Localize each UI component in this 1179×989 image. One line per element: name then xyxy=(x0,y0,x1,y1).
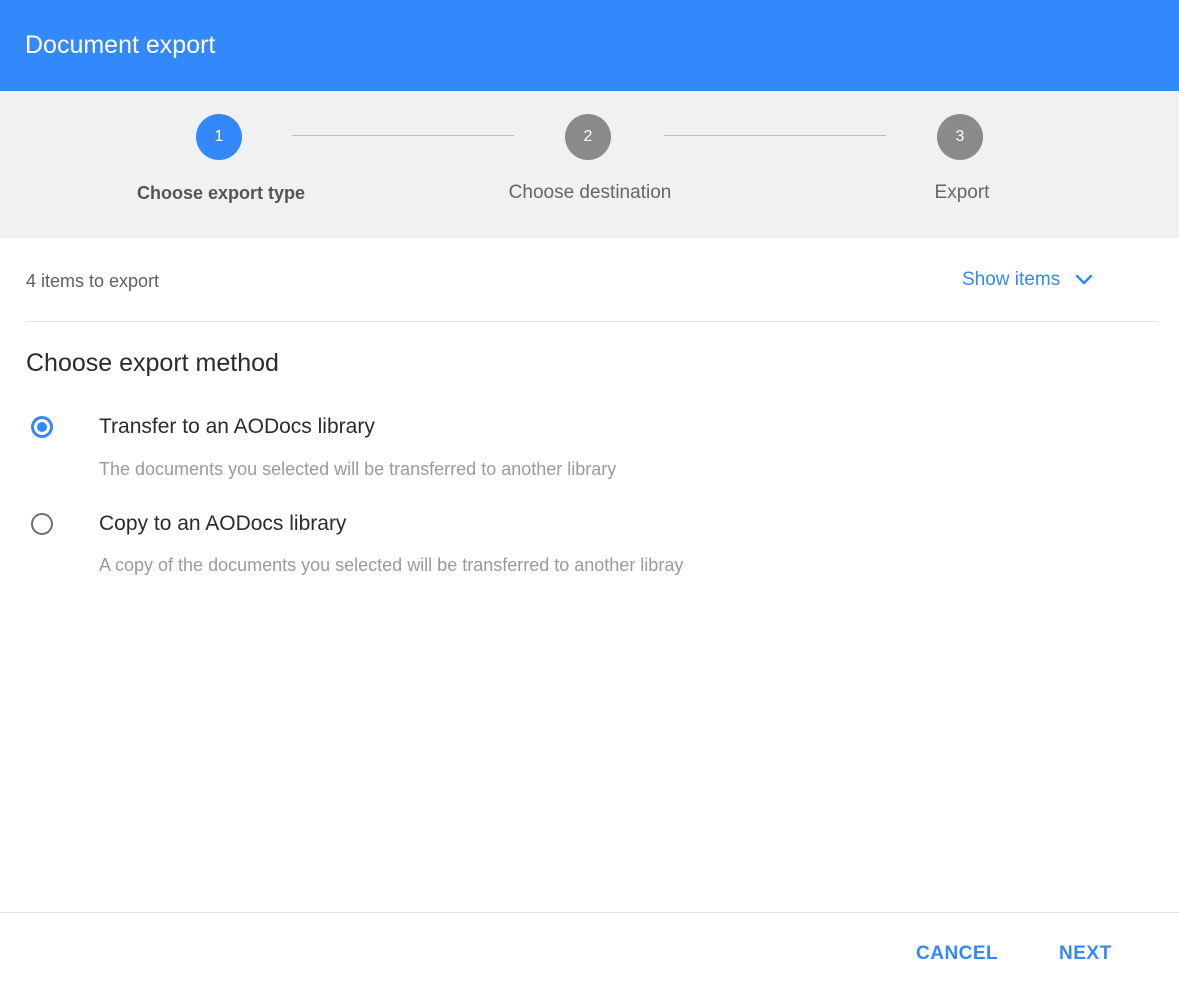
radio-copy[interactable] xyxy=(31,513,53,535)
cancel-button[interactable]: CANCEL xyxy=(916,940,998,968)
option-transfer-title[interactable]: Transfer to an AODocs library xyxy=(99,413,375,441)
next-button[interactable]: NEXT xyxy=(1059,940,1112,968)
step-2-label: Choose destination xyxy=(508,182,672,203)
step-connector-1 xyxy=(292,135,514,136)
radio-transfer[interactable] xyxy=(31,416,53,438)
show-items-label[interactable]: Show items xyxy=(962,267,1060,293)
option-copy-description: A copy of the documents you selected wil… xyxy=(99,555,684,575)
option-copy-title[interactable]: Copy to an AODocs library xyxy=(99,510,346,538)
step-connector-2 xyxy=(664,135,886,136)
chevron-down-icon[interactable] xyxy=(1074,273,1094,287)
step-1-circle: 1 xyxy=(196,114,242,160)
export-dialog: Document export 1 2 3 Choose export type… xyxy=(0,0,1179,989)
option-transfer-description: The documents you selected will be trans… xyxy=(99,459,617,479)
step-2-circle: 2 xyxy=(565,114,611,160)
option-copy[interactable]: Copy to an AODocs library A copy of the … xyxy=(0,501,1179,581)
footer-divider xyxy=(0,912,1179,913)
step-1-label: Choose export type xyxy=(136,183,306,203)
step-3-label: Export xyxy=(934,182,990,203)
show-items-toggle[interactable]: Show items xyxy=(962,267,1094,293)
export-method-title: Choose export method xyxy=(26,349,279,377)
items-count: 4 items to export xyxy=(26,271,160,291)
option-transfer[interactable]: Transfer to an AODocs library The docume… xyxy=(0,404,1179,484)
items-summary-row: 4 items to export Show items xyxy=(0,238,1179,322)
dialog-title: Document export xyxy=(25,31,216,59)
dialog-header: Document export xyxy=(0,0,1179,91)
divider xyxy=(26,321,1158,322)
stepper: 1 2 3 Choose export type Choose destinat… xyxy=(0,91,1179,238)
step-3-circle: 3 xyxy=(937,114,983,160)
